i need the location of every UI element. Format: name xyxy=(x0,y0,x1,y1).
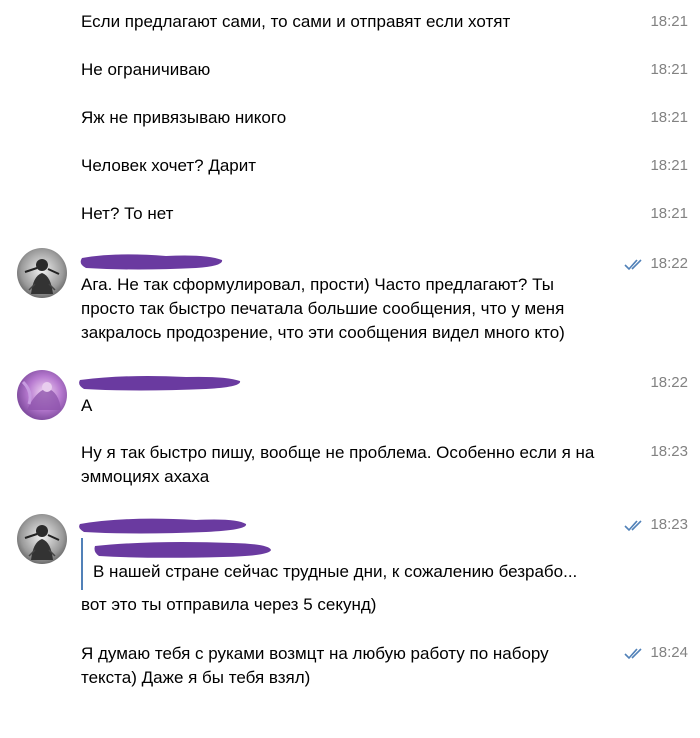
avatar[interactable] xyxy=(17,248,67,298)
message-time-label: 18:21 xyxy=(650,61,688,78)
reply-quote[interactable]: В нашей стране сейчас трудные дни, к сож… xyxy=(81,538,623,590)
message-text: вот это ты отправила через 5 секунд) xyxy=(81,595,377,614)
double-check-icon xyxy=(624,259,643,271)
message-time-label: 18:21 xyxy=(650,109,688,126)
message-time-label: 18:24 xyxy=(650,644,688,661)
redacted-quote-author xyxy=(94,542,271,558)
message-time-label: 18:23 xyxy=(650,443,688,460)
message-time: 18:21 xyxy=(650,108,688,128)
double-check-icon xyxy=(624,648,643,660)
message-text: Я думаю тебя с руками возмцт на любую ра… xyxy=(81,644,549,687)
avatar-grayscale-figure-icon xyxy=(17,248,67,298)
message-text: Нет? То нет xyxy=(81,204,174,223)
message-time: 18:23 xyxy=(624,515,688,535)
message-time: 18:22 xyxy=(650,373,688,393)
message-time-label: 18:21 xyxy=(650,205,688,222)
redacted-name xyxy=(79,518,247,534)
message-text: А xyxy=(81,396,93,415)
quote-text: В нашей стране сейчас трудные дни, к сож… xyxy=(93,562,578,581)
message-time: 18:24 xyxy=(624,643,688,663)
message-time: 18:21 xyxy=(650,204,688,224)
message-text: Ага. Не так сформулировал, прости) Часто… xyxy=(81,275,565,342)
message-time: 18:22 xyxy=(624,254,688,274)
message-time-label: 18:23 xyxy=(650,516,688,533)
message-time: 18:21 xyxy=(650,156,688,176)
avatar-purple-figure-icon xyxy=(17,370,67,420)
double-check-icon xyxy=(624,520,643,532)
redacted-name xyxy=(80,254,223,270)
message-time: 18:23 xyxy=(650,442,688,462)
message-time: 18:21 xyxy=(650,60,688,80)
message-text: Ну я так быстро пишу, вообще не проблема… xyxy=(81,443,595,486)
message-text: Яж не привязываю никого xyxy=(81,108,287,127)
message-text: Человек хочет? Дарит xyxy=(81,156,257,175)
avatar[interactable] xyxy=(17,370,67,420)
message-time-label: 18:21 xyxy=(650,13,688,30)
message-time-label: 18:22 xyxy=(650,374,688,391)
message-text: Не ограничиваю xyxy=(81,60,211,79)
avatar-grayscale-figure-icon xyxy=(17,514,67,564)
message-time-label: 18:21 xyxy=(650,157,688,174)
message-time: 18:21 xyxy=(650,12,688,32)
message-time-label: 18:22 xyxy=(650,255,688,272)
redacted-name xyxy=(79,376,241,391)
message-text: Если предлагают сами, то сами и отправят… xyxy=(81,12,511,31)
avatar[interactable] xyxy=(17,514,67,564)
